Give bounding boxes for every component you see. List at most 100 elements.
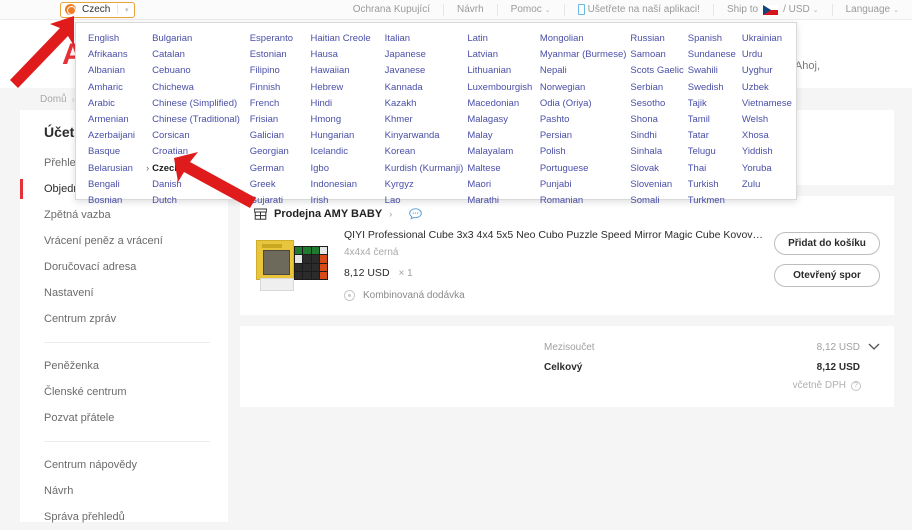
sidebar-item-dorucovaci-adresa[interactable]: Doručovací adresa (20, 254, 228, 280)
sidebar-item-centrum-napovedy[interactable]: Centrum nápovědy (20, 452, 228, 478)
language-option-hausa[interactable]: Hausa (311, 47, 381, 63)
language-option-maltese[interactable]: Maltese (467, 161, 536, 177)
language-option-tatar[interactable]: Tatar (688, 128, 738, 144)
language-option-chinese-simplified[interactable]: Chinese (Simplified) (152, 96, 246, 112)
language-option-estonian[interactable]: Estonian (250, 47, 307, 63)
language-option-georgian[interactable]: Georgian (250, 144, 307, 160)
language-option-nepali[interactable]: Nepali (540, 63, 627, 79)
language-option-swedish[interactable]: Swedish (688, 80, 738, 96)
language-option-italian[interactable]: Italian (385, 31, 464, 47)
topbar-item-suggestion[interactable]: Návrh (443, 4, 497, 16)
language-option-swahili[interactable]: Swahili (688, 63, 738, 79)
language-option-welsh[interactable]: Welsh (742, 112, 792, 128)
language-option-bulgarian[interactable]: Bulgarian (152, 31, 246, 47)
language-option-shona[interactable]: Shona (630, 112, 683, 128)
language-option-hindi[interactable]: Hindi (311, 96, 381, 112)
breadcrumb-home[interactable]: Domů (40, 94, 67, 105)
language-option-sindhi[interactable]: Sindhi (630, 128, 683, 144)
chevron-down-icon[interactable] (868, 340, 880, 354)
language-option-odia-oriya[interactable]: Odia (Oriya) (540, 96, 627, 112)
language-option-thai[interactable]: Thai (688, 161, 738, 177)
sidebar-item-vraceni-penez[interactable]: Vrácení peněz a vrácení (20, 228, 228, 254)
language-option-xhosa[interactable]: Xhosa (742, 128, 792, 144)
sidebar-item-pozvat-pratele[interactable]: Pozvat přátele (20, 405, 228, 431)
language-option-albanian[interactable]: Albanian (88, 63, 148, 79)
sidebar-item-penezenka[interactable]: Peněženka (20, 353, 228, 379)
language-option-slovenian[interactable]: Slovenian (630, 177, 683, 193)
sidebar-item-sprava-prehledu[interactable]: Správa přehledů (20, 504, 228, 530)
language-option-persian[interactable]: Persian (540, 128, 627, 144)
language-option-sesotho[interactable]: Sesotho (630, 96, 683, 112)
language-option-dutch[interactable]: Dutch (152, 193, 246, 209)
language-option-latvian[interactable]: Latvian (467, 47, 536, 63)
language-option-hungarian[interactable]: Hungarian (311, 128, 381, 144)
language-option-danish[interactable]: Danish (152, 177, 246, 193)
language-option-haitian-creole[interactable]: Haitian Creole (311, 31, 381, 47)
language-option-filipino[interactable]: Filipino (250, 63, 307, 79)
language-option-myanmar-burmese[interactable]: Myanmar (Burmese) (540, 47, 627, 63)
language-option-javanese[interactable]: Javanese (385, 63, 464, 79)
language-option-somali[interactable]: Somali (630, 193, 683, 209)
language-option-kannada[interactable]: Kannada (385, 80, 464, 96)
language-option-turkmen[interactable]: Turkmen (688, 193, 738, 209)
language-option-uzbek[interactable]: Uzbek (742, 80, 792, 96)
language-option-japanese[interactable]: Japanese (385, 47, 464, 63)
language-option-amharic[interactable]: Amharic (88, 80, 148, 96)
language-option-afrikaans[interactable]: Afrikaans (88, 47, 148, 63)
language-option-armenian[interactable]: Armenian (88, 112, 148, 128)
sidebar-item-clenske-centrum[interactable]: Členské centrum (20, 379, 228, 405)
language-option-belarusian[interactable]: Belarusian (88, 161, 148, 177)
language-option-lithuanian[interactable]: Lithuanian (467, 63, 536, 79)
language-option-pashto[interactable]: Pashto (540, 112, 627, 128)
language-option-frisian[interactable]: Frisian (250, 112, 307, 128)
language-option-hmong[interactable]: Hmong (311, 112, 381, 128)
language-option-punjabi[interactable]: Punjabi (540, 177, 627, 193)
shop-name[interactable]: Prodejna AMY BABY (274, 208, 382, 220)
language-option-catalan[interactable]: Catalan (152, 47, 246, 63)
language-option-igbo[interactable]: Igbo (311, 161, 381, 177)
product-title[interactable]: QIYI Professional Cube 3x3 4x4 5x5 Neo C… (344, 228, 764, 242)
language-option-french[interactable]: French (250, 96, 307, 112)
language-option-scots-gaelic[interactable]: Scots Gaelic (630, 63, 683, 79)
language-option-norwegian[interactable]: Norwegian (540, 80, 627, 96)
language-option-corsican[interactable]: Corsican (152, 128, 246, 144)
language-option-luxembourgish[interactable]: Luxembourgish (467, 80, 536, 96)
language-dropdown-panel[interactable]: EnglishAfrikaansAlbanianAmharicArabicArm… (75, 22, 797, 200)
sidebar-item-centrum-zprav[interactable]: Centrum zpráv (20, 306, 228, 332)
language-option-kurdish-kurmanji[interactable]: Kurdish (Kurmanji) (385, 161, 464, 177)
language-option-samoan[interactable]: Samoan (630, 47, 683, 63)
language-option-finnish[interactable]: Finnish (250, 80, 307, 96)
topbar-item-buyer-protection[interactable]: Ochrana Kupující (340, 4, 443, 16)
language-option-latin[interactable]: Latin (467, 31, 536, 47)
language-option-tajik[interactable]: Tajik (688, 96, 738, 112)
language-selector-pill[interactable]: Czech | ▾ (60, 2, 135, 18)
language-option-sundanese[interactable]: Sundanese (688, 47, 738, 63)
language-option-cebuano[interactable]: Cebuano (152, 63, 246, 79)
language-option-macedonian[interactable]: Macedonian (467, 96, 536, 112)
language-option-malayalam[interactable]: Malayalam (467, 144, 536, 160)
language-option-yiddish[interactable]: Yiddish (742, 144, 792, 160)
language-option-esperanto[interactable]: Esperanto (250, 31, 307, 47)
language-option-hawaiian[interactable]: Hawaiian (311, 63, 381, 79)
language-option-zulu[interactable]: Zulu (742, 177, 792, 193)
language-option-urdu[interactable]: Urdu (742, 47, 792, 63)
language-option-indonesian[interactable]: Indonesian (311, 177, 381, 193)
language-option-korean[interactable]: Korean (385, 144, 464, 160)
language-option-hebrew[interactable]: Hebrew (311, 80, 381, 96)
language-option-maori[interactable]: Maori (467, 177, 536, 193)
language-option-mongolian[interactable]: Mongolian (540, 31, 627, 47)
language-option-galician[interactable]: Galician (250, 128, 307, 144)
topbar-item-app-promo[interactable]: Ušetřete na naší aplikaci! (564, 4, 713, 16)
language-option-polish[interactable]: Polish (540, 144, 627, 160)
add-to-cart-button[interactable]: Přidat do košíku (774, 232, 880, 255)
topbar-item-ship-to[interactable]: Ship to / USD ⌄ (713, 4, 832, 16)
language-option-portuguese[interactable]: Portuguese (540, 161, 627, 177)
language-option-bosnian[interactable]: Bosnian (88, 193, 148, 209)
sidebar-item-navrh[interactable]: Návrh (20, 478, 228, 504)
language-option-arabic[interactable]: Arabic (88, 96, 148, 112)
language-option-turkish[interactable]: Turkish (688, 177, 738, 193)
language-option-bengali[interactable]: Bengali (88, 177, 148, 193)
language-option-kinyarwanda[interactable]: Kinyarwanda (385, 128, 464, 144)
language-option-yoruba[interactable]: Yoruba (742, 161, 792, 177)
language-option-greek[interactable]: Greek (250, 177, 307, 193)
